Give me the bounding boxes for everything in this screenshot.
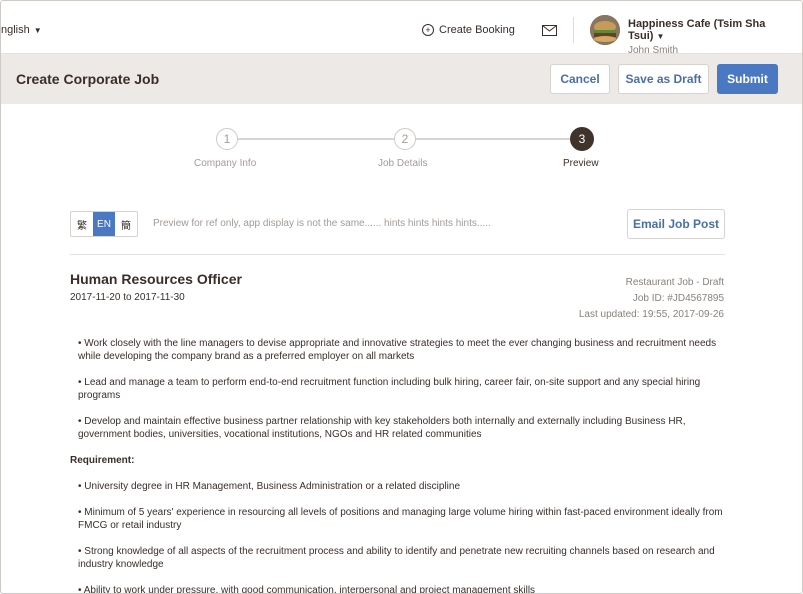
step-2-label: Job Details (378, 158, 428, 169)
divider (70, 254, 725, 255)
preview-hint: Preview for ref only, app display is not… (153, 218, 491, 229)
top-navbar: nglish ▼ + Create Booking Happiness Cafe … (1, 1, 802, 56)
step-1-label: Company Info (194, 158, 257, 169)
navbar-divider (573, 17, 574, 43)
duty-item: • Develop and maintain effective busines… (78, 416, 686, 440)
requirement-item: • Ability to work under pressure, with g… (78, 585, 536, 594)
job-title: Human Resources Officer (70, 271, 242, 287)
duty-item: • Lead and manage a team to perform end-… (78, 377, 701, 401)
job-dates: 2017-11-20 to 2017-11-30 (70, 292, 185, 303)
caret-down-icon: ▼ (656, 32, 665, 41)
lang-option-simplified[interactable]: 簡 (115, 212, 137, 236)
step-3-label: Preview (563, 158, 599, 169)
mail-icon[interactable] (542, 25, 557, 36)
requirement-heading: Requirement: (70, 455, 135, 466)
job-description: • Work closely with the line managers to… (70, 337, 726, 594)
page-header: Create Corporate Job Cancel Save as Draf… (1, 54, 802, 104)
cafe-name: Happiness Cafe (Tsim Sha Tsui) ▼ (628, 18, 802, 42)
step-1-circle[interactable]: 1 (216, 128, 238, 150)
job-type: Restaurant Job - Draft (625, 277, 724, 288)
requirement-item: • University degree in HR Management, Bu… (78, 481, 461, 492)
step-connector (238, 138, 394, 140)
caret-down-icon: ▼ (33, 26, 42, 35)
plus-circle-icon: + (422, 24, 434, 36)
language-label: nglish (1, 24, 30, 36)
cafe-name-text: Happiness Cafe (Tsim Sha Tsui) (628, 18, 766, 42)
lang-option-english[interactable]: EN (93, 212, 115, 236)
email-job-post-button[interactable]: Email Job Post (627, 209, 725, 239)
duty-item: • Work closely with the line managers to… (78, 338, 717, 362)
requirement-item: • Minimum of 5 years' experience in reso… (78, 507, 723, 531)
save-draft-button[interactable]: Save as Draft (618, 64, 709, 94)
step-2-circle[interactable]: 2 (394, 128, 416, 150)
preview-language-toggle: 繁 EN 簡 (70, 211, 138, 237)
create-booking-label: Create Booking (439, 24, 515, 36)
cafe-avatar[interactable] (590, 15, 620, 45)
submit-button[interactable]: Submit (717, 64, 778, 94)
step-connector (416, 138, 570, 140)
step-3-circle[interactable]: 3 (570, 127, 594, 151)
job-updated: Last updated: 19:55, 2017-09-26 (578, 309, 724, 320)
page-title: Create Corporate Job (16, 71, 160, 87)
lang-option-traditional[interactable]: 繁 (71, 212, 93, 236)
create-booking-link[interactable]: + Create Booking (422, 24, 515, 36)
app-window: nglish ▼ + Create Booking Happiness Cafe … (0, 0, 803, 594)
job-id: Job ID: #JD4567895 (632, 293, 724, 304)
requirement-item: • Strong knowledge of all aspects of the… (78, 546, 715, 570)
job-meta: Restaurant Job - Draft Job ID: #JD456789… (579, 275, 724, 323)
cancel-button[interactable]: Cancel (550, 64, 610, 94)
language-selector[interactable]: nglish ▼ (1, 24, 42, 36)
account-menu[interactable]: Happiness Cafe (Tsim Sha Tsui) ▼ John Smi… (628, 18, 802, 56)
